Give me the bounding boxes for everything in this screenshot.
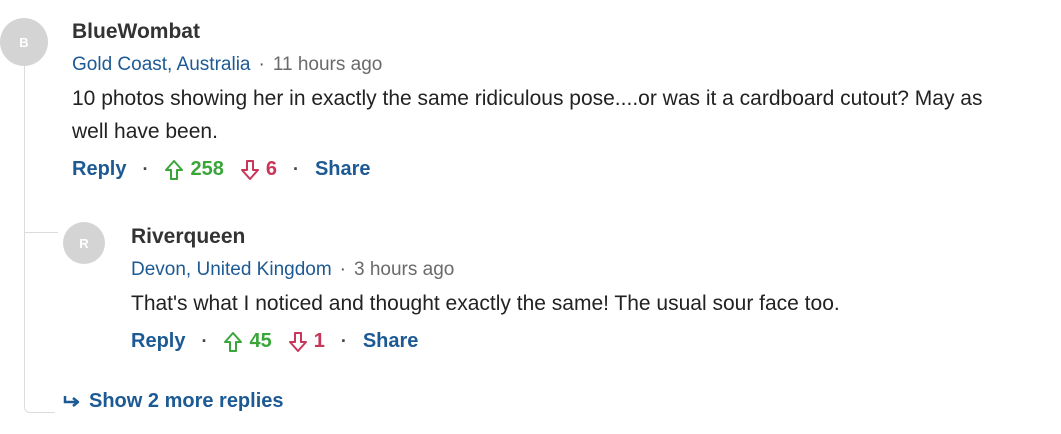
reply-location[interactable]: Devon, United Kingdom [131,259,332,280]
downvote-count: 1 [313,330,325,352]
arrow-down-icon [288,331,307,352]
reply-arrow-icon [63,395,80,407]
action-separator: · [201,331,208,351]
reply-connector-line [24,232,58,233]
reply-time: 3 hours ago [354,259,455,280]
comment-actions: Reply · 258 6 · Share [72,158,992,181]
avatar-letter: R [79,235,89,251]
comment-text: 10 photos showing her in exactly the sam… [72,87,983,143]
upvote-count: 258 [190,158,224,180]
upvote-button[interactable]: 45 [223,330,272,353]
thread-line [24,62,55,413]
share-button[interactable]: Share [315,158,371,181]
reply-actions: Reply · 45 1 · Share [131,330,1051,353]
action-separator: · [340,331,347,351]
avatar[interactable]: R [63,222,105,264]
action-separator: · [142,159,149,179]
reply-username[interactable]: Riverqueen [131,225,1051,249]
show-more-label: Show 2 more replies [89,390,284,412]
comment: BlueWombat Gold Coast, Australia · 11 hour… [72,20,992,181]
reply-button[interactable]: Reply [131,330,185,353]
arrow-down-icon [240,159,259,180]
avatar[interactable]: B [0,18,48,66]
reply-meta: Devon, United Kingdom · 3 hours ago [131,259,1051,281]
upvote-count: 45 [249,330,272,352]
arrow-up-icon [224,331,243,352]
downvote-count: 6 [265,158,277,180]
reply-comment: Riverqueen Devon, United Kingdom · 3 hours… [131,225,1051,353]
arrow-up-icon [165,159,184,180]
avatar-letter: B [19,34,29,50]
show-more-replies-button[interactable]: Show 2 more replies [63,390,284,413]
downvote-button[interactable]: 1 [288,330,325,353]
comment-meta: Gold Coast, Australia · 11 hours ago [72,54,992,76]
share-button[interactable]: Share [363,330,419,353]
comment-username[interactable]: BlueWombat [72,20,992,44]
comment-location[interactable]: Gold Coast, Australia [72,54,250,75]
upvote-button[interactable]: 258 [164,158,224,181]
meta-separator: · [339,259,346,280]
comment-time: 11 hours ago [272,54,383,75]
reply-button[interactable]: Reply [72,158,126,181]
action-separator: · [292,159,299,179]
meta-separator: · [258,54,265,75]
reply-text: That's what I noticed and thought exactl… [131,292,840,315]
downvote-button[interactable]: 6 [240,158,277,181]
